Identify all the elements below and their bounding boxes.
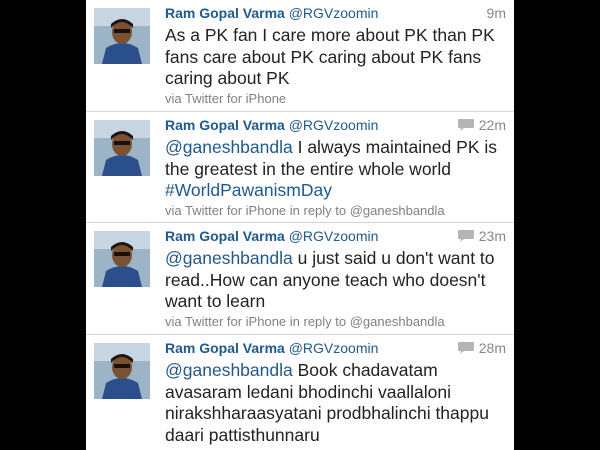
tweet-body: As a PK fan I care more about PK than PK… [165,25,495,88]
tweet-header: Ram Gopal Varma @RGVzoomin [165,227,378,245]
author-handle[interactable]: @RGVzoomin [289,117,379,133]
speech-bubble-icon[interactable] [457,118,475,132]
tweet-time: 23m [478,228,506,244]
tweet-item[interactable]: Ram Gopal Varma @RGVzoomin 23m @ganeshba… [86,223,514,335]
tweet-time: 28m [478,340,506,356]
tweet-time: 9m [486,5,506,21]
tweet-source: via Twitter for iPhone [165,91,287,106]
mention-link[interactable]: @ganeshbandla [165,248,293,268]
avatar-photo [94,231,150,287]
tweet-item[interactable]: Ram Gopal Varma @RGVzoomin 9m As a PK fa… [86,0,514,112]
tweet-source: via Twitter for iPhone in reply to @gane… [165,314,445,329]
tweet-header: Ram Gopal Varma @RGVzoomin [165,4,378,22]
tweet-meta: 23m [457,227,506,245]
author-handle[interactable]: @RGVzoomin [289,5,379,21]
tweet-source: via Twitter for iPhone in reply to @gane… [165,203,445,218]
mention-link[interactable]: @ganeshbandla [165,360,293,380]
tweet-meta: 9m [487,4,506,22]
tweet-header: Ram Gopal Varma @RGVzoomin [165,116,378,134]
tweet-text: @ganeshbandla Book chadavatam avasaram l… [165,360,510,446]
avatar[interactable] [94,120,150,176]
avatar-photo [94,343,150,399]
author-name[interactable]: Ram Gopal Varma [165,117,285,133]
author-handle[interactable]: @RGVzoomin [289,340,379,356]
tweet-text: @ganeshbandla I always maintained PK is … [165,137,510,202]
tweet-item[interactable]: Ram Gopal Varma @RGVzoomin 28m @ganeshba… [86,335,514,450]
avatar[interactable] [94,231,150,287]
tweet-text: @ganeshbandla u just said u don't want t… [165,248,510,313]
speech-bubble-icon[interactable] [457,229,475,243]
hashtag-link[interactable]: #WorldPawanismDay [165,180,332,200]
avatar-photo [94,120,150,176]
avatar-photo [94,8,150,64]
tweet-meta: 28m [457,339,506,357]
tweet-item[interactable]: Ram Gopal Varma @RGVzoomin 22m @ganeshba… [86,112,514,223]
tweet-time: 22m [478,117,506,133]
avatar[interactable] [94,343,150,399]
tweet-timeline: Ram Gopal Varma @RGVzoomin 9m As a PK fa… [86,0,514,450]
tweet-text: As a PK fan I care more about PK than PK… [165,25,510,90]
speech-bubble-icon[interactable] [457,341,475,355]
author-name[interactable]: Ram Gopal Varma [165,5,285,21]
avatar[interactable] [94,8,150,64]
tweet-meta: 22m [457,116,506,134]
mention-link[interactable]: @ganeshbandla [165,137,293,157]
author-name[interactable]: Ram Gopal Varma [165,340,285,356]
author-handle[interactable]: @RGVzoomin [289,228,379,244]
tweet-header: Ram Gopal Varma @RGVzoomin [165,339,378,357]
author-name[interactable]: Ram Gopal Varma [165,228,285,244]
